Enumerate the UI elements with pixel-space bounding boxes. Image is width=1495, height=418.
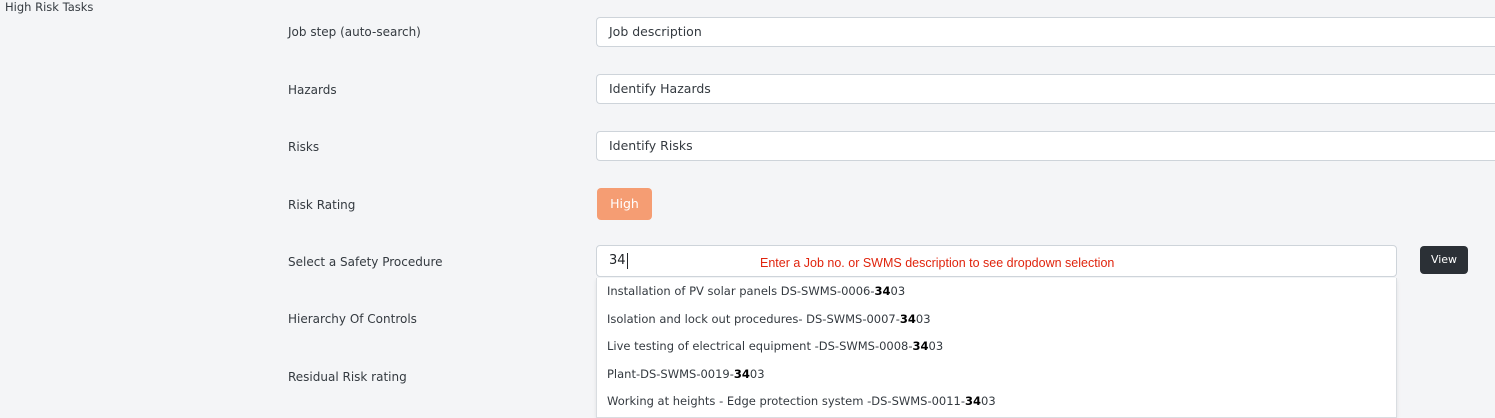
- job-step-input[interactable]: Job description: [596, 17, 1495, 47]
- hazards-input[interactable]: Identify Hazards: [596, 74, 1495, 104]
- risks-input[interactable]: Identify Risks: [596, 131, 1495, 161]
- hazards-label: Hazards: [288, 83, 337, 97]
- risk-rating-label: Risk Rating: [288, 198, 356, 212]
- dropdown-option[interactable]: Live testing of electrical equipment -DS…: [597, 333, 1396, 361]
- dropdown-option[interactable]: Installation of PV solar panels DS-SWMS-…: [597, 278, 1396, 306]
- risk-rating-badge: High: [597, 188, 652, 220]
- dropdown-option[interactable]: Working at heights - Edge protection sys…: [597, 388, 1396, 416]
- search-input-value: 34: [609, 253, 626, 268]
- dropdown-option[interactable]: Isolation and lock out procedures- DS-SW…: [597, 306, 1396, 334]
- safety-procedure-label: Select a Safety Procedure: [288, 255, 443, 269]
- section-title: High Risk Tasks: [5, 0, 94, 14]
- hierarchy-of-controls-label: Hierarchy Of Controls: [288, 312, 417, 326]
- residual-risk-rating-label: Residual Risk rating: [288, 370, 407, 384]
- risks-label: Risks: [288, 140, 320, 154]
- job-step-label: Job step (auto-search): [288, 25, 421, 39]
- view-button[interactable]: View: [1420, 246, 1468, 274]
- text-caret: [626, 252, 628, 269]
- search-hint: Enter a Job no. or SWMS description to s…: [760, 256, 1115, 270]
- autocomplete-dropdown: Installation of PV solar panels DS-SWMS-…: [596, 278, 1397, 418]
- dropdown-option[interactable]: Plant-DS-SWMS-0019-3403: [597, 361, 1396, 389]
